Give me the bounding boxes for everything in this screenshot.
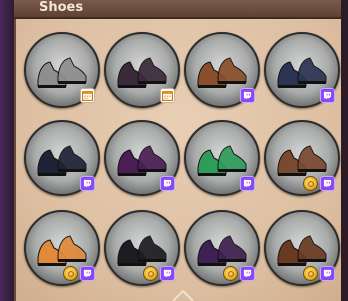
twitch-icon (80, 176, 95, 191)
coin-icon (223, 266, 238, 281)
coin-icon (303, 176, 318, 191)
twitch-icon (320, 266, 335, 281)
twitch-icon (160, 266, 175, 281)
calendar-icon (80, 88, 95, 103)
twitch-icon (320, 88, 335, 103)
twitch-icon (240, 266, 255, 281)
coin-icon (303, 266, 318, 281)
calendar-icon (160, 88, 175, 103)
coin-icon (63, 266, 78, 281)
shoes-grid (0, 0, 348, 301)
twitch-icon (240, 176, 255, 191)
twitch-icon (160, 176, 175, 191)
twitch-icon (320, 176, 335, 191)
coin-icon (143, 266, 158, 281)
twitch-icon (80, 266, 95, 281)
twitch-icon (240, 88, 255, 103)
scroll-up-arrow-icon[interactable] (172, 290, 194, 301)
